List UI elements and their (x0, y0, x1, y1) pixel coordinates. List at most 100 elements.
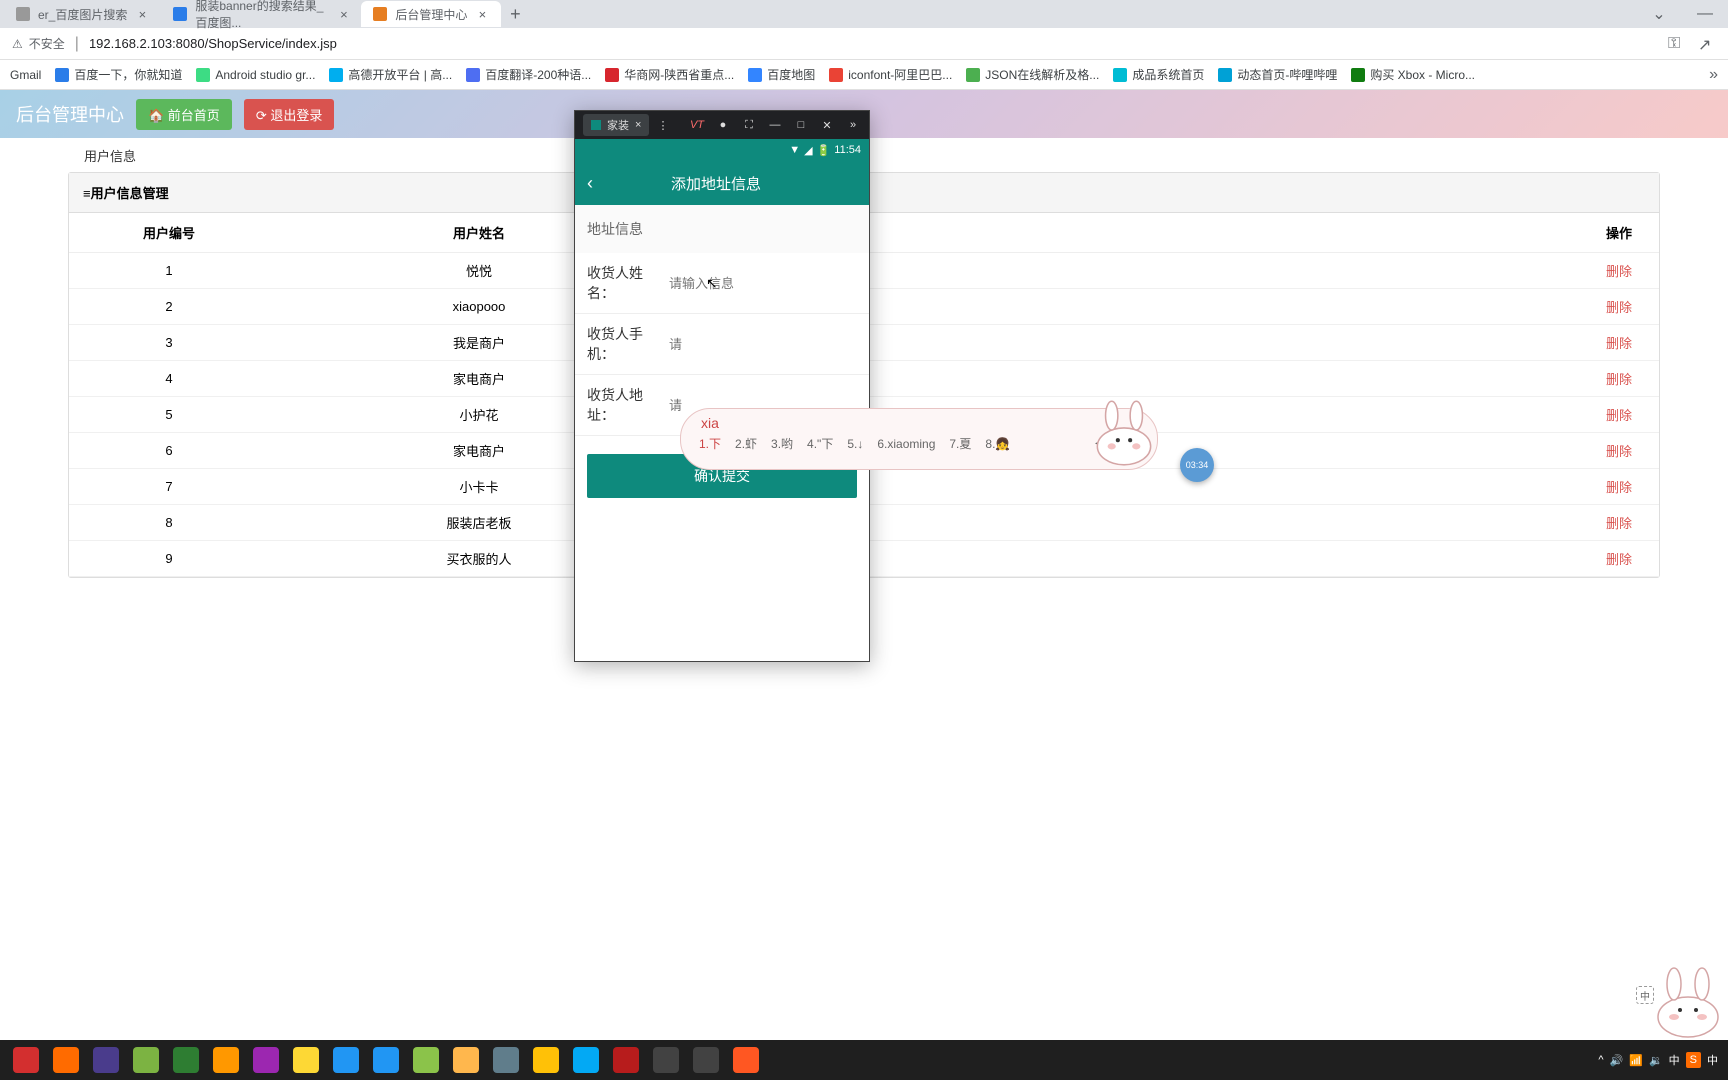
favicon-icon (173, 7, 187, 21)
cell-id: 4 (69, 361, 269, 397)
close-icon[interactable]: × (338, 7, 349, 21)
tray-lang-icon[interactable]: S (1686, 1052, 1701, 1068)
delete-link[interactable]: 删除 (1606, 552, 1632, 567)
taskbar-app-icon[interactable] (727, 1042, 765, 1078)
taskbar-app-icon[interactable] (567, 1042, 605, 1078)
taskbar-app-icon[interactable] (647, 1042, 685, 1078)
ime-candidate[interactable]: 1.下 (699, 435, 721, 452)
timer-badge[interactable]: 03:34 (1180, 448, 1214, 482)
bookmark-item[interactable]: 百度翻译-200种语... (466, 66, 591, 83)
ime-candidate[interactable]: 7.夏 (949, 435, 971, 452)
taskbar-app-icon[interactable] (327, 1042, 365, 1078)
taskbar-app-icon[interactable] (127, 1042, 165, 1078)
window-controls: ⌄ — (1636, 0, 1728, 28)
avatar-icon[interactable]: ● (715, 119, 731, 132)
taskbar-app-icon[interactable] (607, 1042, 645, 1078)
bookmark-item[interactable]: iconfont-阿里巴巴... (829, 66, 952, 83)
minimize-icon[interactable]: — (1682, 0, 1728, 28)
vt-icon[interactable]: VT (689, 119, 705, 132)
ime-candidate[interactable]: 5.↓ (847, 437, 863, 451)
label-phone: 收货人手机： (587, 324, 669, 364)
tab-title: er_百度图片搜索 (38, 6, 127, 23)
delete-link[interactable]: 删除 (1606, 516, 1632, 531)
taskbar-app-icon[interactable] (407, 1042, 445, 1078)
close-icon[interactable]: × (635, 119, 641, 131)
ime-candidate[interactable]: 2.虾 (735, 435, 757, 452)
fullscreen-icon[interactable]: ⛶ (741, 119, 757, 132)
bookmark-item[interactable]: 成品系统首页 (1113, 66, 1204, 83)
share-icon[interactable]: ↗ (1698, 35, 1716, 53)
favicon-icon (16, 7, 30, 21)
app-title: 添加地址信息 (593, 173, 839, 194)
minimize-icon[interactable]: — (767, 119, 783, 132)
taskbar-app-icon[interactable] (447, 1042, 485, 1078)
new-tab-button[interactable]: + (501, 0, 529, 28)
ime-candidate[interactable]: 8.👧 (985, 437, 1010, 451)
close-icon[interactable]: ✕ (819, 119, 835, 132)
tray-network-icon[interactable]: 📶 (1629, 1054, 1643, 1067)
taskbar-app-icon[interactable] (167, 1042, 205, 1078)
bookmark-item[interactable]: 动态首页-哔哩哔哩 (1218, 66, 1337, 83)
taskbar-app-icon[interactable] (487, 1042, 525, 1078)
security-indicator[interactable]: ⚠ 不安全 (12, 35, 65, 52)
tray-lang2[interactable]: 中 (1707, 1052, 1718, 1068)
tray-chevron-icon[interactable]: ^ (1598, 1054, 1603, 1066)
delete-link[interactable]: 删除 (1606, 264, 1632, 279)
taskbar-app-icon[interactable] (527, 1042, 565, 1078)
ime-candidate[interactable]: 6.xiaoming (877, 437, 935, 451)
bookmark-item[interactable]: 华商网-陕西省重点... (605, 66, 734, 83)
browser-tab[interactable]: er_百度图片搜索 × (4, 1, 161, 27)
bookmark-item[interactable]: 购买 Xbox - Micro... (1351, 66, 1475, 83)
status-time: 11:54 (834, 144, 861, 156)
delete-link[interactable]: 删除 (1606, 408, 1632, 423)
taskbar-app-icon[interactable] (207, 1042, 245, 1078)
emulator-tab[interactable]: 家装 × (583, 114, 649, 136)
taskbar-app-icon[interactable] (687, 1042, 725, 1078)
url-text[interactable]: 192.168.2.103:8080/ShopService/index.jsp (89, 36, 337, 51)
taskbar-app-icon[interactable] (287, 1042, 325, 1078)
taskbar-app-icon[interactable] (47, 1042, 85, 1078)
ime-candidate[interactable]: 4."下 (807, 435, 833, 452)
phone-status-bar: ▼ ◢ 🔋 11:54 (575, 139, 869, 161)
delete-link[interactable]: 删除 (1606, 480, 1632, 495)
maximize-icon[interactable]: □ (793, 119, 809, 132)
home-button[interactable]: 🏠 前台首页 (136, 99, 232, 130)
tray-lang1[interactable]: 中 (1669, 1052, 1680, 1068)
delete-link[interactable]: 删除 (1606, 444, 1632, 459)
bookmark-item[interactable]: 百度地图 (748, 66, 815, 83)
ime-candidate[interactable]: 3.哟 (771, 435, 793, 452)
system-tray[interactable]: ^ 🔊 📶 🔉 中 S 中 (1598, 1052, 1722, 1068)
bookmarks-overflow-icon[interactable]: » (1709, 66, 1718, 84)
tray-wifi-icon[interactable]: 🔊 (1610, 1054, 1624, 1067)
bookmark-item[interactable]: JSON在线解析及格... (966, 66, 1099, 83)
input-name[interactable] (669, 276, 857, 291)
cell-id: 1 (69, 253, 269, 289)
key-icon[interactable]: ⚿ (1668, 35, 1686, 53)
close-icon[interactable]: × (135, 7, 149, 21)
desktop-mascot[interactable]: 中 (1628, 962, 1728, 1038)
bookmark-item[interactable]: 百度一下，你就知道 (55, 66, 182, 83)
close-icon[interactable]: × (475, 7, 489, 21)
emulator-titlebar[interactable]: 家装 × ⋮ VT ● ⛶ — □ ✕ » (575, 111, 869, 139)
browser-tab[interactable]: 服装banner的搜索结果_百度图... × (161, 1, 361, 27)
taskbar-app-icon[interactable] (87, 1042, 125, 1078)
taskbar-app-icon[interactable] (7, 1042, 45, 1078)
delete-link[interactable]: 删除 (1606, 372, 1632, 387)
browser-tab-active[interactable]: 后台管理中心 × (361, 1, 501, 27)
taskbar-app-icon[interactable] (247, 1042, 285, 1078)
delete-link[interactable]: 删除 (1606, 336, 1632, 351)
expand-icon[interactable]: » (845, 119, 861, 132)
window-menu-icon[interactable]: ⌄ (1636, 0, 1682, 28)
bookmark-item[interactable]: Android studio gr... (196, 68, 315, 82)
taskbar-app-icon[interactable] (367, 1042, 405, 1078)
bookmark-item[interactable]: 高德开放平台 | 高... (329, 66, 452, 83)
tray-volume-icon[interactable]: 🔉 (1649, 1054, 1663, 1067)
delete-link[interactable]: 删除 (1606, 300, 1632, 315)
menu-icon[interactable]: ⋮ (657, 119, 668, 132)
taskbar: ^ 🔊 📶 🔉 中 S 中 (0, 1040, 1728, 1080)
logout-button[interactable]: ⟳ 退出登录 (244, 99, 335, 130)
ime-candidate-bar[interactable]: xia 1.下2.虾3.哟4."下5.↓6.xiaoming7.夏8.👧◀▶▾ (680, 408, 1158, 470)
bookmark-gmail[interactable]: Gmail (10, 68, 41, 82)
input-phone[interactable] (669, 337, 857, 352)
page-title: 后台管理中心 (16, 101, 124, 127)
